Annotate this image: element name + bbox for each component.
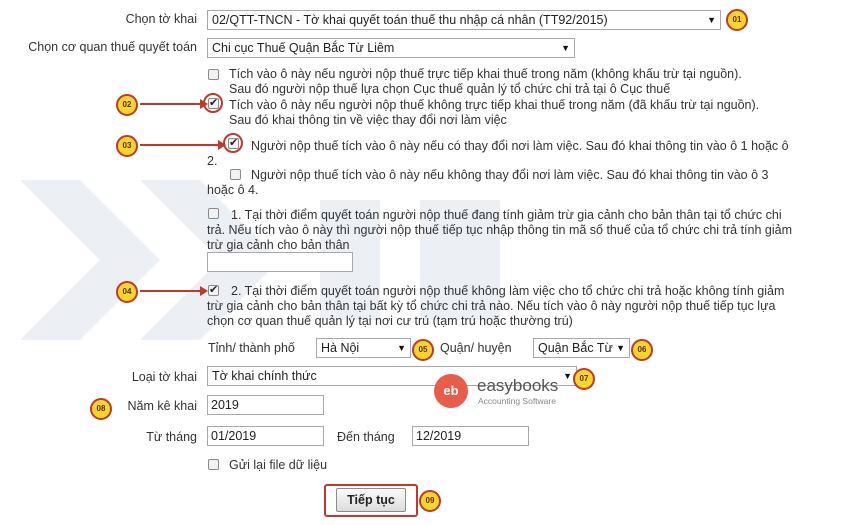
checkbox-truc-tiep-khai[interactable]: [208, 69, 219, 80]
checkbox-case-1[interactable]: [208, 208, 219, 219]
case2-line1: 2. Tại thời điểm quyết toán người nộp th…: [231, 284, 785, 298]
loai-label: Loại tờ khai: [131, 370, 197, 384]
gui-lai-label: Gửi lại file dữ liệu: [229, 458, 328, 472]
den-thang-input[interactable]: 12/2019: [412, 426, 529, 446]
case2-line3: chọn cơ quan thuế quản lý tại nơi cư trú…: [207, 314, 573, 328]
case1-line3: trừ gia cảnh cho bản thân: [207, 238, 350, 252]
nochange-line1: Người nộp thuế tích vào ô này nếu không …: [251, 168, 769, 182]
to-khai-label: Chọn tờ khai: [125, 12, 197, 26]
dropdown-arrow-icon: ▼: [563, 371, 572, 381]
easybooks-logo-name: easybooks: [477, 376, 559, 395]
checkbox-case-2[interactable]: [208, 283, 219, 296]
opt1-line1: Tích vào ô này nếu người nộp thuế trực t…: [229, 67, 742, 81]
nam-input[interactable]: 2019: [207, 395, 324, 415]
opt2-line2: Sau đó khai thông tin về việc thay đổi n…: [229, 113, 507, 127]
easybooks-logo-tagline: Accounting Software: [478, 396, 556, 406]
badge-01: 01: [726, 9, 748, 31]
tinh-select[interactable]: Hà Nội ▼: [316, 338, 411, 358]
badge-04: 04: [116, 281, 138, 303]
checkbox-gui-lai-file[interactable]: [208, 459, 219, 470]
badge-08: 08: [90, 398, 112, 420]
case1-line2: trả. Nếu tích vào ô này thì người nộp th…: [207, 223, 792, 237]
nam-label: Năm kê khai: [127, 399, 197, 413]
nochange-line2: hoặc ô 4.: [207, 183, 259, 197]
dropdown-arrow-icon: ▼: [397, 343, 406, 353]
opt1-line2: Sau đó người nộp thuế lựa chọn Cục thuế …: [229, 82, 671, 96]
opt2-line1: Tích vào ô này nếu người nộp thuế không …: [229, 98, 760, 112]
quan-value: Quận Bắc Từ: [538, 341, 613, 355]
change-line2: 2.: [207, 154, 218, 168]
tiep-tuc-button[interactable]: Tiếp tục: [336, 488, 406, 512]
quan-label: Quận/ huyện: [440, 341, 512, 355]
badge-03: 03: [116, 135, 138, 157]
loai-value: Tờ khai chính thức: [212, 369, 317, 383]
quan-select[interactable]: Quận Bắc Từ ▼: [533, 338, 630, 358]
highlight-ring: [203, 93, 223, 113]
badge-05: 05: [412, 339, 434, 361]
co-quan-label: Chọn cơ quan thuế quyết toán: [28, 40, 197, 54]
dropdown-arrow-icon: ▼: [561, 43, 570, 53]
dropdown-arrow-icon: ▼: [707, 15, 716, 25]
ma-so-thue-input[interactable]: [207, 252, 353, 272]
badge-09: 09: [419, 490, 441, 512]
to-khai-select[interactable]: 02/QTT-TNCN - Tờ khai quyết toán thuế th…: [207, 10, 721, 30]
case2-line2: trừ gia cảnh cho bản thân tại bất kỳ tổ …: [207, 299, 776, 313]
tu-thang-label: Từ tháng: [146, 430, 197, 444]
tu-thang-input[interactable]: 01/2019: [207, 426, 324, 446]
annotation-arrow: [140, 286, 208, 296]
annotation-arrow: [140, 99, 208, 109]
badge-02: 02: [116, 94, 138, 116]
co-quan-select[interactable]: Chi cục Thuế Quận Bắc Từ Liêm ▼: [207, 38, 575, 58]
badge-06: 06: [631, 339, 653, 361]
den-thang-label: Đến tháng: [337, 430, 395, 444]
dropdown-arrow-icon: ▼: [616, 343, 625, 353]
to-khai-value: 02/QTT-TNCN - Tờ khai quyết toán thuế th…: [212, 13, 608, 27]
case1-line1: 1. Tại thời điểm quyết toán người nộp th…: [231, 208, 782, 222]
change-line1: Người nộp thuế tích vào ô này nếu có tha…: [251, 139, 789, 153]
annotation-arrow: [140, 140, 226, 150]
tinh-label: Tỉnh/ thành phố: [208, 341, 295, 355]
highlight-ring: [223, 133, 243, 153]
tinh-value: Hà Nội: [321, 341, 360, 355]
badge-07: 07: [573, 368, 595, 390]
co-quan-value: Chi cục Thuế Quận Bắc Từ Liêm: [212, 41, 395, 55]
checkbox-khong-thay-doi[interactable]: [230, 169, 241, 180]
easybooks-logo-mark: eb: [434, 374, 468, 408]
